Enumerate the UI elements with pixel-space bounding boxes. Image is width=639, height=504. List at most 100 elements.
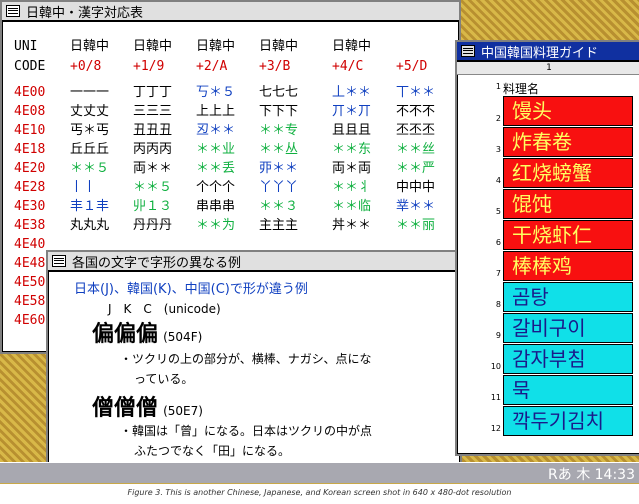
- col-header: 日韓中: [332, 39, 372, 54]
- glyph-cell: 丵＊＊: [396, 199, 436, 214]
- col-offset: +0/8: [70, 59, 102, 74]
- glyph-cell: ＊＊丢: [196, 161, 236, 176]
- glyph-cell: 丨丨: [70, 180, 97, 195]
- glyph-cell: 下下下: [259, 104, 299, 119]
- row-number: 3: [495, 145, 501, 154]
- dish-cell[interactable]: 馒头: [503, 96, 633, 126]
- glyph-cell: ＊＊东: [332, 142, 372, 157]
- unicode-code: 4E18: [14, 142, 46, 157]
- col-offset: +3/B: [259, 59, 291, 74]
- unicode-code: 4E50: [14, 275, 46, 290]
- glyph-cell: 丣＊＊: [259, 161, 299, 176]
- glyph-cell: ＊＊３: [259, 199, 299, 214]
- unicode-code: 4E38: [14, 218, 46, 233]
- status-clock: Rあ 木 14:33: [548, 464, 635, 484]
- intro-line: 日本(J)、韓国(K)、中国(C)で形が違う例: [74, 282, 308, 297]
- example-1: 偏偏偏 (504F): [92, 316, 202, 348]
- glyph-cell: ＊＊丝: [396, 142, 436, 157]
- dish-cell[interactable]: 干烧虾仁: [503, 220, 633, 250]
- col-offset: +5/D: [396, 59, 428, 74]
- day-indicator: 木: [576, 467, 591, 483]
- glyph-cell: 丅＊＊: [396, 85, 436, 100]
- dish-cell[interactable]: 깍두기김치: [503, 406, 633, 436]
- glyph-cell: 丒＊＊: [196, 123, 236, 138]
- dish-cell[interactable]: 곰탕: [503, 282, 633, 312]
- glyph-cell: ＊＊丽: [396, 218, 436, 233]
- glyph-cell: ＊＊业: [196, 142, 236, 157]
- cuisine-guide-titlebar[interactable]: 中国韓国料理ガイド: [457, 42, 639, 62]
- window-menu-icon[interactable]: [52, 255, 66, 267]
- column-header[interactable]: 1: [457, 62, 639, 75]
- glyph-variants-body: 日本(J)、韓国(K)、中国(C)で形が違う例 J K C (unicode) …: [48, 272, 460, 464]
- cuisine-guide-window[interactable]: 中国韓国料理ガイド 1 1 料理名 2 馒头 3 炸春卷 4 红烧螃蟹 5 馄饨 6 干烧虾仁 7 棒…: [455, 40, 639, 456]
- unicode-code: 4E40: [14, 237, 46, 252]
- kanji-table-title: 日韓中・漢字対応表: [26, 5, 144, 21]
- figure-caption: Figure 3. This is another Chinese, Japan…: [0, 484, 639, 504]
- dish-cell[interactable]: 棒棒鸡: [503, 251, 633, 281]
- glyph-cell: 丐＊丐: [70, 123, 110, 138]
- row-number: 9: [495, 331, 501, 340]
- row1-label[interactable]: 料理名: [503, 80, 539, 97]
- row-number: 5: [495, 207, 501, 216]
- row-number: 4: [495, 176, 501, 185]
- glyph-cell: 七七七: [259, 85, 299, 100]
- col-offset: +4/C: [332, 59, 364, 74]
- glyph-cell: ＊＊５: [133, 180, 173, 195]
- col-code-label: CODE: [14, 59, 46, 74]
- time-display: 14:33: [594, 467, 635, 483]
- glyph-variants-titlebar[interactable]: 各国の文字で字形の異なる例: [48, 252, 460, 272]
- glyph-cell: ＊＊专: [259, 123, 299, 138]
- glyph-cell: 一一一: [70, 85, 110, 100]
- ime-indicator[interactable]: Rあ: [548, 467, 572, 483]
- glyph-cell: 三三三: [133, 104, 173, 119]
- glyph-cell: 丂＊５: [196, 85, 236, 100]
- glyph-cell: 丼＊＊: [332, 218, 372, 233]
- dish-cell[interactable]: 红烧螃蟹: [503, 158, 633, 188]
- glyph-cell: ＊＊５: [70, 161, 110, 176]
- unicode-code: 4E20: [14, 161, 46, 176]
- glyph-cell: 丈丈丈: [70, 104, 110, 119]
- unicode-code: 4E58: [14, 294, 46, 309]
- unicode-code: 4E00: [14, 85, 46, 100]
- glyph-cell: 丘丘丘: [70, 142, 110, 157]
- row-number: 2: [495, 114, 501, 123]
- col-offset: +2/A: [196, 59, 228, 74]
- example-2-note: ・韓国は「曾」になる。日本はツクリの中が点: [120, 424, 373, 438]
- dish-cell[interactable]: 炸春卷: [503, 127, 633, 157]
- glyph-cell: 丑丑丑: [133, 123, 173, 138]
- col-header: 日韓中: [259, 39, 299, 54]
- row-number: 8: [495, 300, 501, 309]
- glyph-cell: 丌＊丌: [332, 104, 372, 119]
- glyph-variants-window[interactable]: 各国の文字で字形の異なる例 日本(J)、韓国(K)、中国(C)で形が違う例 J …: [46, 250, 462, 466]
- example-2-note-cont: ふたつでなく「田」になる。: [134, 444, 291, 458]
- glyph-cell: 个个个: [196, 180, 236, 195]
- example-2: 僧僧僧 (50E7): [92, 390, 203, 422]
- glyph-cell: 主主主: [259, 218, 299, 233]
- glyph-cell: 丹丹丹: [133, 218, 173, 233]
- unicode-code: 4E48: [14, 256, 46, 271]
- glyph-cell: 両＊＊: [133, 161, 173, 176]
- dish-cell[interactable]: 갈비구이: [503, 313, 633, 343]
- dish-cell[interactable]: 馄饨: [503, 189, 633, 219]
- glyph-cell: 不不不: [396, 104, 436, 119]
- glyph-cell: 両＊両: [332, 161, 372, 176]
- row-number: 7: [495, 269, 501, 278]
- kanji-table-titlebar[interactable]: 日韓中・漢字対応表: [2, 2, 459, 22]
- glyph-cell: ＊＊丛: [259, 142, 299, 157]
- spreadsheet-icon[interactable]: [461, 45, 475, 57]
- window-menu-icon[interactable]: [6, 5, 20, 17]
- row-number: 11: [490, 393, 501, 402]
- glyph-cell: ＊＊严: [396, 161, 436, 176]
- unicode-code: 4E60: [14, 313, 46, 328]
- col-header: 日韓中: [196, 39, 236, 54]
- glyph-cell: ＊＊临: [332, 199, 372, 214]
- dish-cell[interactable]: 감자부침: [503, 344, 633, 374]
- example-1-glyphs: 偏偏偏: [92, 321, 159, 347]
- unicode-code: 4E28: [14, 180, 46, 195]
- row-number: 10: [490, 362, 501, 371]
- dish-cell[interactable]: 묵: [503, 375, 633, 405]
- taskbar: Rあ 木 14:33: [0, 462, 639, 483]
- glyph-cell: 丱１３: [133, 199, 173, 214]
- glyph-cell: 上上上: [196, 104, 236, 119]
- glyph-cell: 丄＊＊: [332, 85, 372, 100]
